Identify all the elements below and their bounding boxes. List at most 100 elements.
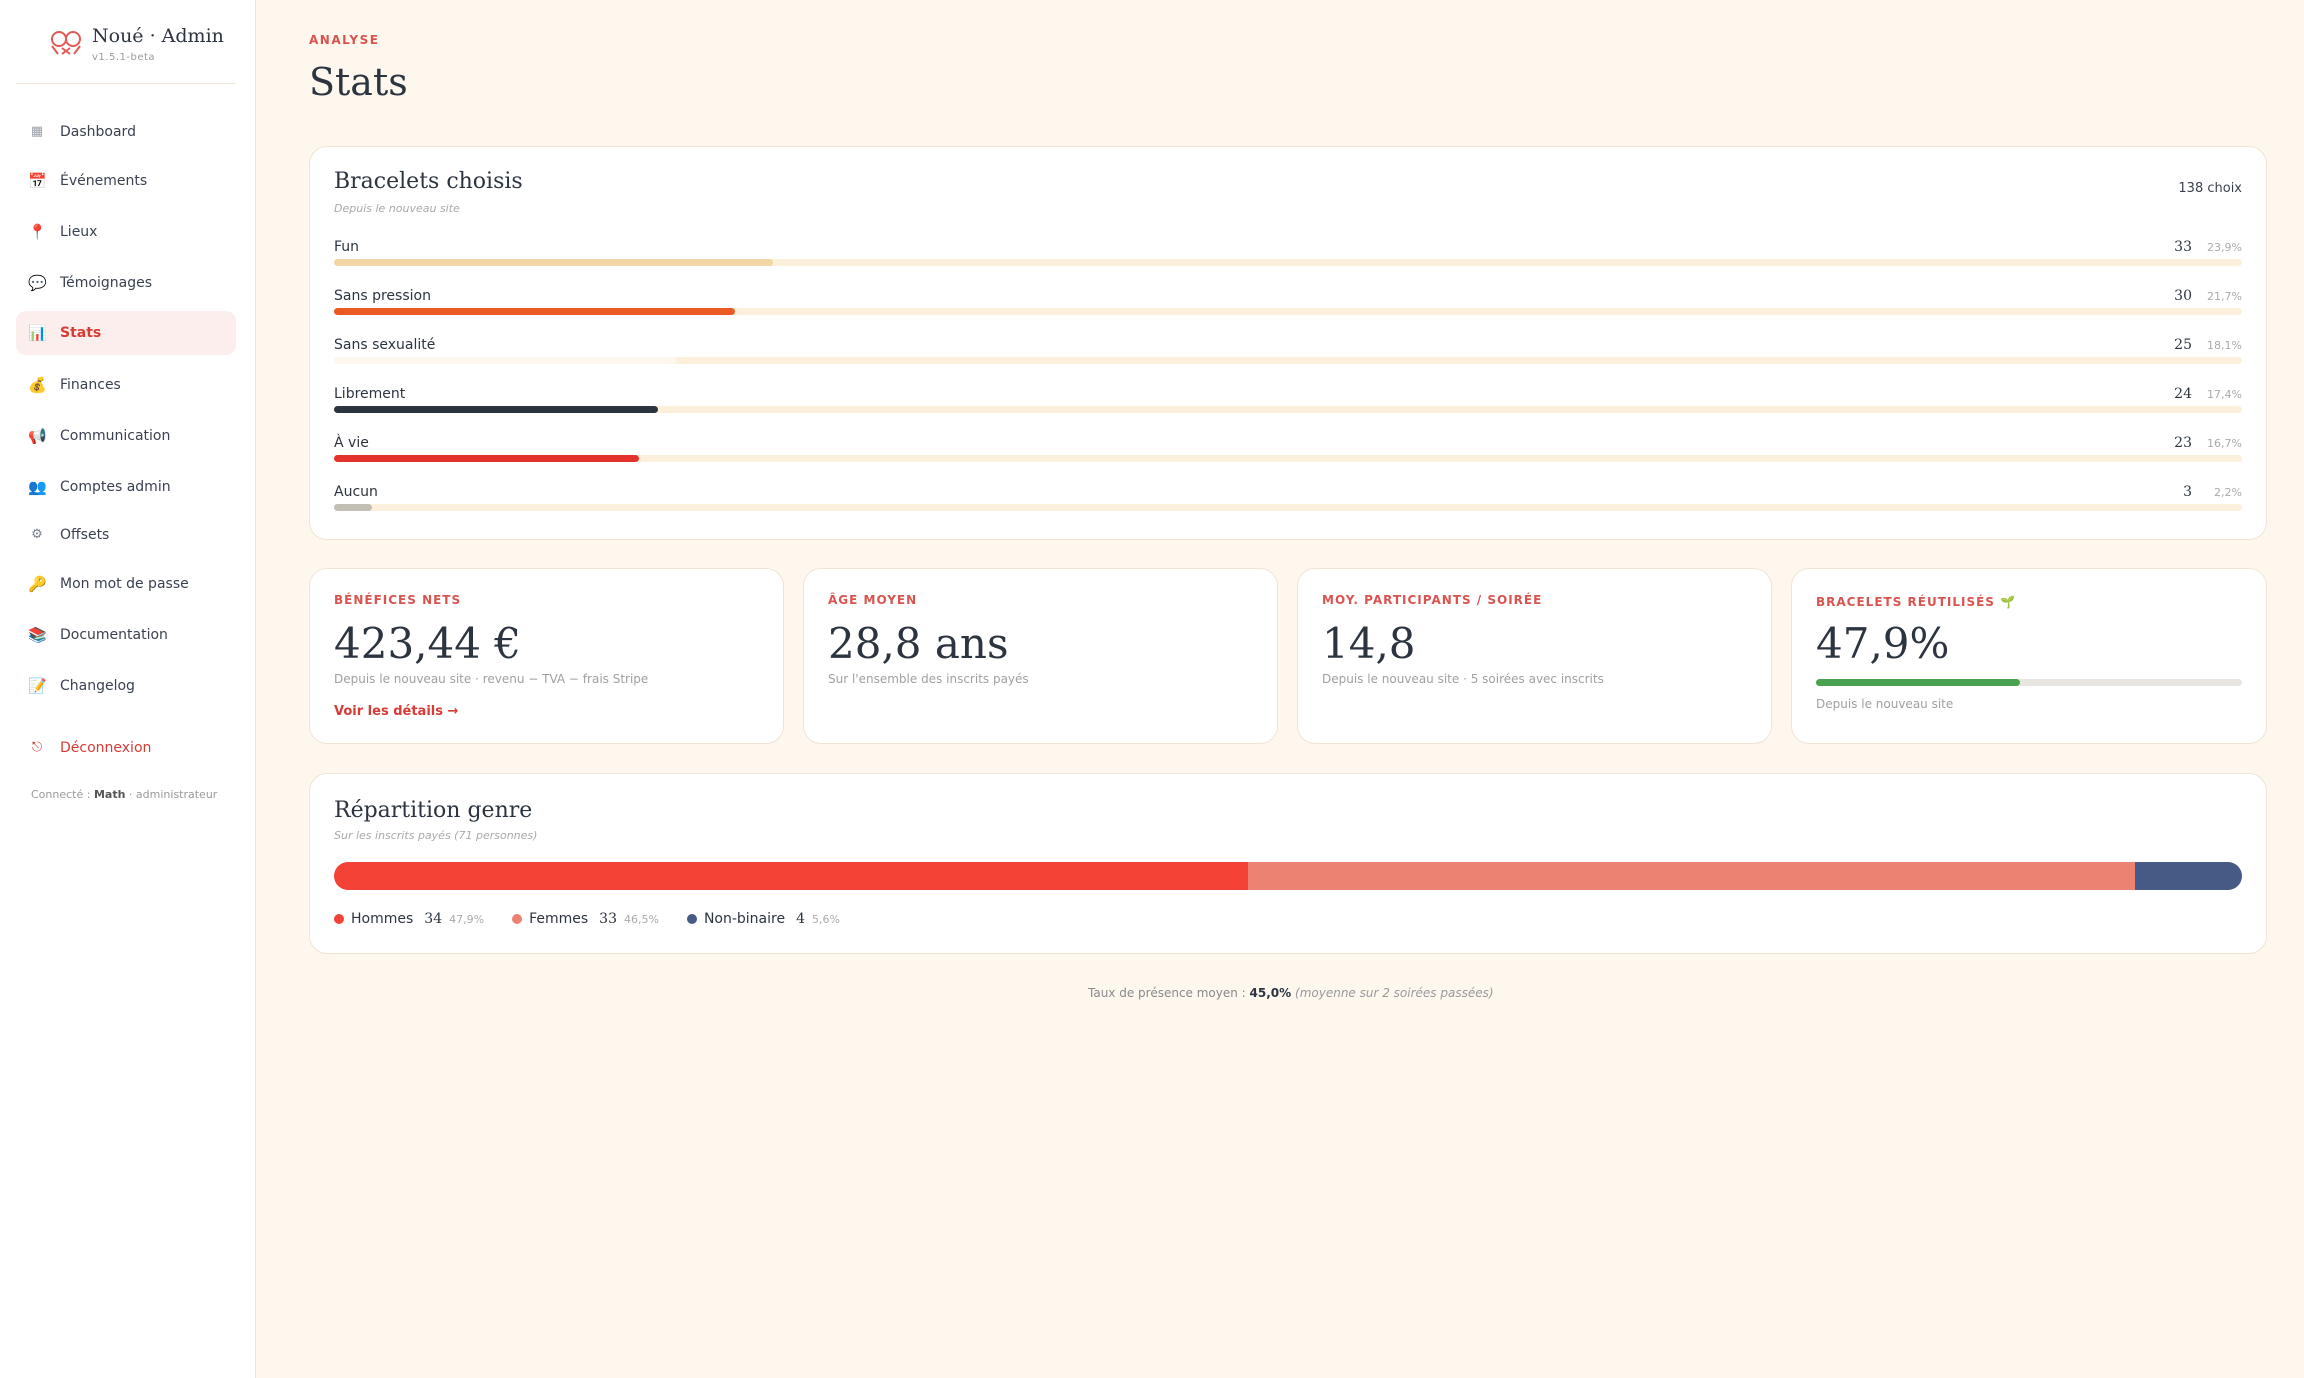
- kpi-subtitle: Depuis le nouveau site · revenu − TVA − …: [334, 672, 649, 686]
- presence-footer: Taux de présence moyen : 45,0% (moyenne …: [1088, 986, 1494, 1000]
- bracelet-bar-fill: [334, 504, 373, 511]
- kpi-card-participants: MOY. PARTICIPANTS / SOIRÉE 14,8 Depuis l…: [1297, 568, 1772, 744]
- sidebar-item-stats[interactable]: 📊 Stats: [16, 311, 236, 355]
- sidebar-item-label: Documentation: [60, 627, 168, 643]
- sidebar-item-offsets[interactable]: ⚙ Offsets: [16, 513, 236, 557]
- bracelet-percent: 17,4%: [2207, 388, 2242, 401]
- genre-segment-hommes: [334, 862, 1248, 890]
- key-icon: 🔑: [28, 575, 47, 593]
- bracelet-bar-track: [334, 406, 2242, 413]
- connected-username: Math: [93, 788, 126, 801]
- bracelets-subtitle: Depuis le nouveau site: [334, 202, 460, 215]
- presence-note: (moyenne sur 2 soirées passées): [1295, 986, 1494, 1000]
- kpi-subtitle: Depuis le nouveau site: [1816, 697, 1954, 711]
- kpi-value: 28,8 ans: [828, 619, 1009, 668]
- page-title: Stats: [309, 60, 408, 104]
- sidebar-item-dashboard[interactable]: ▦ Dashboard: [16, 110, 236, 154]
- sidebar-item-label: Comptes admin: [60, 479, 171, 495]
- genre-segment-non-binaire: [2135, 862, 2242, 890]
- sidebar-item-label: Stats: [60, 325, 102, 341]
- legend-item-hommes: Hommes 34 47,9%: [334, 911, 484, 927]
- sidebar-item-documentation[interactable]: 📚 Documentation: [16, 613, 236, 657]
- sidebar-item-label: Offsets: [60, 527, 110, 543]
- genre-stacked-bar: [334, 862, 2242, 890]
- bracelet-bar-fill: [334, 406, 659, 413]
- bracelet-bar-track: [334, 259, 2242, 266]
- bracelet-bar-track: [334, 357, 2242, 364]
- sidebar-item-label: Finances: [60, 377, 121, 393]
- bracelet-count: 25: [2174, 337, 2192, 353]
- bracelets-card: Bracelets choisis Depuis le nouveau site…: [309, 146, 2267, 540]
- sidebar-item-label: Événements: [60, 173, 148, 189]
- bracelet-row-a-vie: À vie 23 16,7%: [334, 435, 2242, 467]
- sidebar-item-label: Mon mot de passe: [60, 576, 189, 592]
- genre-legend: Hommes 34 47,9% Femmes 33 46,5% Non-bina…: [334, 911, 840, 927]
- bracelet-count: 3: [2183, 484, 2192, 500]
- sidebar-item-temoignages[interactable]: 💬 Témoignages: [16, 261, 236, 305]
- genre-title: Répartition genre: [334, 798, 533, 823]
- sidebar-item-lieux[interactable]: 📍 Lieux: [16, 210, 236, 254]
- bracelet-label: À vie: [334, 435, 369, 451]
- bracelet-percent: 18,1%: [2207, 339, 2242, 352]
- legend-count: 33: [599, 911, 617, 927]
- kpi-card-benefices: BÉNÉFICES NETS 423,44 € Depuis le nouvea…: [309, 568, 784, 744]
- reuse-progress-track: [1816, 679, 2242, 686]
- bracelet-row-fun: Fun 33 23,9%: [334, 239, 2242, 271]
- bracelets-total: 138 choix: [2178, 181, 2242, 196]
- sidebar-item-comptes-admin[interactable]: 👥 Comptes admin: [16, 465, 236, 509]
- sidebar-item-label: Témoignages: [60, 275, 153, 291]
- dashboard-icon: ▦: [30, 124, 44, 139]
- bracelet-bar-fill: [334, 357, 678, 364]
- calendar-icon: 📅: [28, 172, 47, 190]
- bracelet-percent: 2,2%: [2214, 486, 2242, 499]
- bracelet-row-sans-sexualite: Sans sexualité 25 18,1%: [334, 337, 2242, 369]
- kpi-subtitle: Sur l'ensemble des inscrits payés: [828, 672, 1029, 686]
- sidebar-item-evenements[interactable]: 📅 Événements: [16, 159, 236, 203]
- legend-dot: [334, 914, 344, 924]
- sidebar-item-label: Dashboard: [60, 124, 136, 140]
- page-eyebrow: ANALYSE: [309, 33, 380, 47]
- gear-icon: ⚙: [31, 527, 43, 542]
- legend-count: 4: [796, 911, 806, 927]
- brand-version: v1.5.1-beta: [92, 52, 156, 63]
- bracelet-label: Fun: [334, 239, 360, 255]
- kpi-card-reutilises: BRACELETS RÉUTILISÉS 🌱 47,9% Depuis le n…: [1791, 568, 2267, 744]
- brand-title: Noué · Admin: [92, 25, 224, 47]
- kpi-value: 423,44 €: [334, 619, 522, 668]
- bracelets-title: Bracelets choisis: [334, 169, 523, 194]
- sidebar-item-communication[interactable]: 📢 Communication: [16, 414, 236, 458]
- details-link[interactable]: Voir les détails →: [334, 704, 458, 719]
- genre-subtitle: Sur les inscrits payés (71 personnes): [334, 829, 538, 842]
- bracelet-bar-fill: [334, 455, 640, 462]
- sidebar-item-finances[interactable]: 💰 Finances: [16, 363, 236, 407]
- bracelet-count: 24: [2174, 386, 2192, 402]
- connected-user-info: Connecté : Math · administrateur: [31, 788, 218, 801]
- users-icon: 👥: [28, 478, 47, 496]
- bracelet-row-librement: Librement 24 17,4%: [334, 386, 2242, 418]
- reuse-progress-fill: [1816, 679, 2021, 686]
- sidebar-item-label: Changelog: [60, 678, 135, 694]
- kpi-value: 14,8: [1322, 619, 1416, 668]
- sidebar-item-label: Lieux: [60, 224, 98, 240]
- kpi-value: 47,9%: [1816, 619, 1950, 668]
- bracelet-row-aucun: Aucun 3 2,2%: [334, 484, 2242, 516]
- logout-button[interactable]: ⎋ Déconnexion: [16, 726, 236, 770]
- bracelet-bar-track: [334, 504, 2242, 511]
- genre-segment-femmes: [1247, 862, 2136, 890]
- legend-label: Hommes: [351, 911, 414, 927]
- memo-icon: 📝: [28, 677, 47, 695]
- brand[interactable]: Noué · Admin v1.5.1-beta: [16, 18, 236, 84]
- bracelet-count: 23: [2174, 435, 2192, 451]
- legend-dot: [686, 914, 697, 924]
- kpi-label: BÉNÉFICES NETS: [334, 593, 462, 607]
- money-bag-icon: 💰: [28, 376, 47, 394]
- bracelet-label: Aucun: [334, 484, 378, 500]
- sidebar-item-mot-de-passe[interactable]: 🔑 Mon mot de passe: [16, 562, 236, 606]
- speech-bubble-icon: 💬: [28, 274, 47, 292]
- legend-percent: 46,5%: [623, 912, 659, 926]
- legend-item-non-binaire: Non-binaire 4 5,6%: [686, 911, 840, 927]
- logout-icon: ⎋: [31, 740, 43, 755]
- legend-item-femmes: Femmes 33 46,5%: [512, 911, 659, 927]
- sidebar-item-changelog[interactable]: 📝 Changelog: [16, 664, 236, 708]
- bracelet-row-sans-pression: Sans pression 30 21,7%: [334, 288, 2242, 320]
